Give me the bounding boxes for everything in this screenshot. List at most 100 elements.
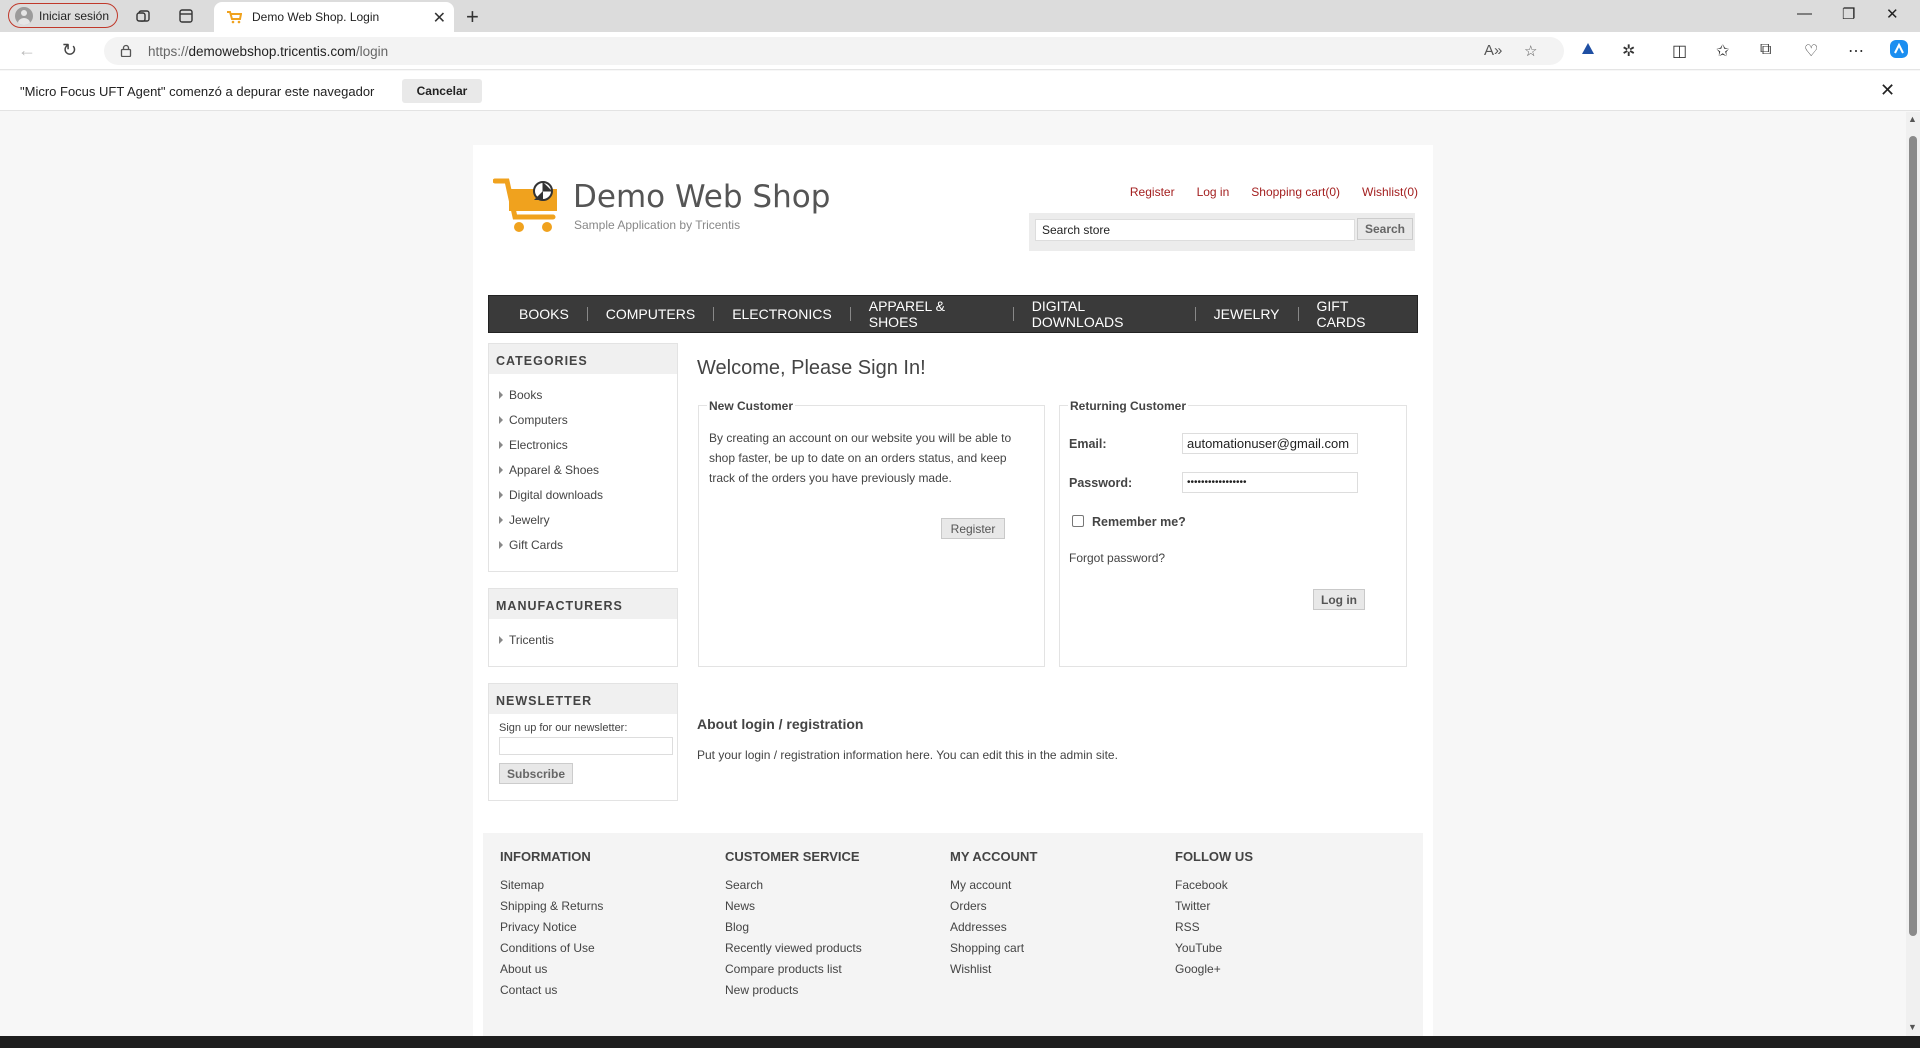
- footer-link[interactable]: Compare products list: [725, 962, 862, 983]
- footer-link[interactable]: Wishlist: [950, 962, 1037, 983]
- search-button[interactable]: Search: [1357, 218, 1413, 240]
- remember-me-checkbox[interactable]: [1072, 515, 1084, 527]
- infobar-close-icon[interactable]: ✕: [1880, 80, 1895, 101]
- footer-link[interactable]: Facebook: [1175, 878, 1253, 899]
- vertical-scrollbar[interactable]: ▲ ▼: [1906, 112, 1920, 1036]
- register-link[interactable]: Register: [1130, 185, 1175, 199]
- page-viewport: Demo Web Shop Sample Application by Tric…: [0, 112, 1906, 1036]
- footer-link[interactable]: Privacy Notice: [500, 920, 603, 941]
- footer-link[interactable]: Shopping cart: [950, 941, 1037, 962]
- footer-link[interactable]: Orders: [950, 899, 1037, 920]
- extensions-icon[interactable]: ✲: [1622, 41, 1635, 61]
- footer-link[interactable]: Blog: [725, 920, 862, 941]
- category-label: Apparel & Shoes: [509, 462, 600, 477]
- category-link[interactable]: Jewelry: [499, 507, 677, 532]
- footer-link[interactable]: Contact us: [500, 983, 603, 1004]
- scroll-up-arrow-icon[interactable]: ▲: [1908, 114, 1917, 124]
- category-link[interactable]: Books: [499, 382, 677, 407]
- extension-drive-icon[interactable]: [1580, 41, 1596, 62]
- newsletter-block: NEWSLETTER Sign up for our newsletter: S…: [488, 683, 678, 801]
- login-link[interactable]: Log in: [1197, 185, 1230, 199]
- footer-link[interactable]: Addresses: [950, 920, 1037, 941]
- category-link[interactable]: Electronics: [499, 432, 677, 457]
- footer-link[interactable]: Twitter: [1175, 899, 1253, 920]
- category-link[interactable]: Gift Cards: [499, 532, 677, 557]
- header-links: Register Log in Shopping cart(0) Wishlis…: [1130, 185, 1418, 199]
- profile-button[interactable]: Iniciar sesión: [8, 3, 118, 28]
- menu-item-gift-cards[interactable]: GIFT CARDS: [1298, 298, 1416, 330]
- menu-item-jewelry[interactable]: JEWELRY: [1196, 306, 1298, 322]
- returning-customer-title: Returning Customer: [1068, 399, 1189, 413]
- infobar-cancel-button[interactable]: Cancelar: [402, 79, 482, 103]
- close-tab-icon[interactable]: ✕: [433, 8, 446, 28]
- footer-column-title: FOLLOW US: [1175, 849, 1253, 864]
- manufacturer-link[interactable]: Tricentis: [499, 627, 677, 652]
- scroll-down-arrow-icon[interactable]: ▼: [1908, 1022, 1917, 1032]
- read-aloud-icon[interactable]: A»: [1484, 42, 1502, 59]
- category-link[interactable]: Apparel & Shoes: [499, 457, 677, 482]
- back-icon[interactable]: ←: [18, 40, 36, 61]
- footer-link[interactable]: Shipping & Returns: [500, 899, 603, 920]
- menu-item-apparel-shoes[interactable]: APPAREL & SHOES: [851, 298, 1013, 330]
- footer-column-title: MY ACCOUNT: [950, 849, 1038, 864]
- close-window-icon[interactable]: ✕: [1886, 5, 1899, 23]
- newsletter-email-input[interactable]: [499, 737, 673, 755]
- footer-column-my-account: MY ACCOUNT My account Orders Addresses S…: [950, 849, 1037, 983]
- categories-title: CATEGORIES: [489, 344, 677, 374]
- more-menu-icon[interactable]: ⋯: [1848, 41, 1864, 61]
- new-tab-icon[interactable]: +: [466, 4, 479, 30]
- footer-link[interactable]: Google+: [1175, 962, 1253, 983]
- profile-label: Iniciar sesión: [39, 8, 110, 23]
- wishlist-link[interactable]: Wishlist(0): [1362, 185, 1418, 199]
- category-label: Computers: [509, 412, 568, 427]
- email-label: Email:: [1069, 437, 1107, 451]
- menu-item-computers[interactable]: COMPUTERS: [588, 306, 713, 322]
- password-field[interactable]: •••••••••••••••••: [1182, 472, 1358, 493]
- footer-link[interactable]: About us: [500, 962, 603, 983]
- footer-link[interactable]: Recently viewed products: [725, 941, 862, 962]
- menu-item-digital-downloads[interactable]: DIGITAL DOWNLOADS: [1014, 298, 1195, 330]
- footer-link[interactable]: My account: [950, 878, 1037, 899]
- menu-item-books[interactable]: BOOKS: [489, 306, 587, 322]
- forgot-password-link[interactable]: Forgot password?: [1069, 551, 1165, 565]
- favorite-star-icon[interactable]: ☆: [1524, 42, 1537, 60]
- scrollbar-thumb[interactable]: [1909, 136, 1917, 936]
- footer-link[interactable]: RSS: [1175, 920, 1253, 941]
- subscribe-button[interactable]: Subscribe: [499, 763, 573, 784]
- refresh-icon[interactable]: ↻: [62, 40, 77, 61]
- bullet-arrow-icon: [499, 415, 503, 424]
- footer-link[interactable]: Conditions of Use: [500, 941, 603, 962]
- menu-item-electronics[interactable]: ELECTRONICS: [714, 306, 850, 322]
- footer-link[interactable]: New products: [725, 983, 862, 1004]
- split-screen-icon[interactable]: ◫: [1672, 41, 1687, 61]
- collections-icon[interactable]: ⧉: [1760, 41, 1771, 59]
- copilot-icon[interactable]: [1888, 38, 1910, 65]
- page-container: Demo Web Shop Sample Application by Tric…: [473, 145, 1433, 1036]
- newsletter-label: Sign up for our newsletter:: [499, 722, 628, 734]
- footer-link[interactable]: YouTube: [1175, 941, 1253, 962]
- cart-favicon-icon: [227, 11, 242, 24]
- url-host: demowebshop.tricentis.com: [188, 43, 356, 59]
- tab-active[interactable]: Demo Web Shop. Login ✕: [214, 2, 454, 32]
- footer-link[interactable]: Sitemap: [500, 878, 603, 899]
- search-input[interactable]: Search store: [1035, 219, 1355, 241]
- about-title: About login / registration: [697, 716, 864, 732]
- login-button[interactable]: Log in: [1313, 589, 1365, 610]
- workspaces-icon[interactable]: [134, 6, 154, 26]
- email-field[interactable]: automationuser@gmail.com: [1182, 433, 1358, 454]
- url-field[interactable]: https://demowebshop.tricentis.com/login …: [104, 37, 1564, 65]
- browser-essentials-icon[interactable]: ♡: [1804, 41, 1818, 61]
- footer-link[interactable]: Search: [725, 878, 862, 899]
- shopping-cart-link[interactable]: Shopping cart(0): [1251, 185, 1340, 199]
- remember-me-label: Remember me?: [1092, 515, 1186, 529]
- footer-link[interactable]: News: [725, 899, 862, 920]
- minimize-icon[interactable]: —: [1797, 5, 1812, 22]
- manufacturers-title: MANUFACTURERS: [489, 589, 677, 619]
- bullet-arrow-icon: [499, 490, 503, 499]
- category-link[interactable]: Digital downloads: [499, 482, 677, 507]
- register-button[interactable]: Register: [941, 518, 1005, 539]
- category-link[interactable]: Computers: [499, 407, 677, 432]
- tab-actions-icon[interactable]: [176, 6, 196, 26]
- restore-icon[interactable]: ❐: [1842, 5, 1855, 23]
- favorites-icon[interactable]: ✩: [1716, 41, 1729, 61]
